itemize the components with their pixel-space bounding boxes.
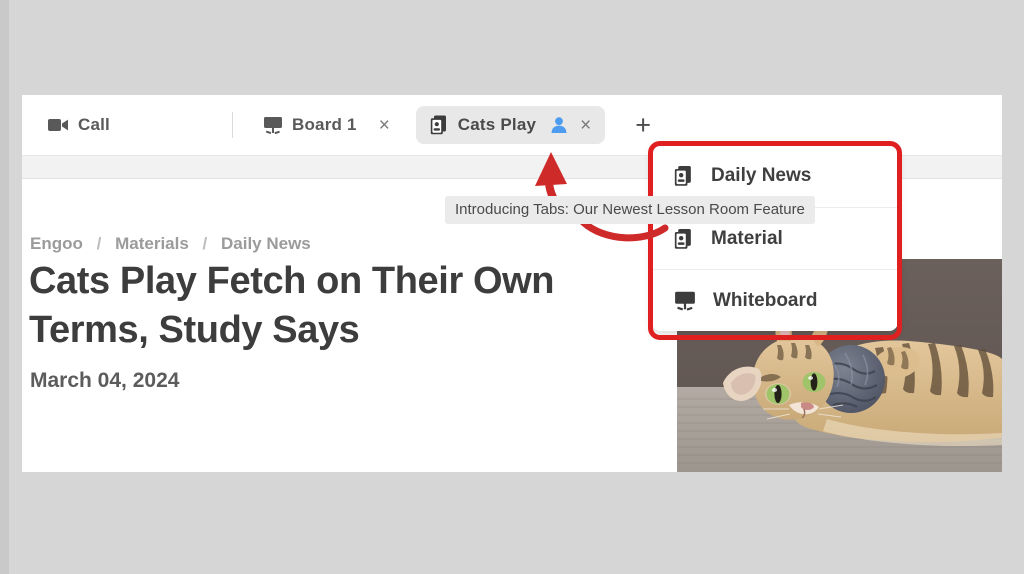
tab-type-dropdown[interactable]: Daily News Material Whiteboard xyxy=(652,145,898,331)
dropdown-item-label: Whiteboard xyxy=(713,289,818,311)
breadcrumb-category[interactable]: Daily News xyxy=(221,234,311,253)
tab-cats-play[interactable]: Cats Play × xyxy=(415,106,606,144)
feature-tooltip: Introducing Tabs: Our Newest Lesson Room… xyxy=(445,196,815,224)
tab-board-1-label: Board 1 xyxy=(291,115,357,134)
dropdown-item-label: Material xyxy=(711,227,783,249)
publish-date: March 04, 2024 xyxy=(30,369,180,392)
person-icon[interactable] xyxy=(550,116,568,134)
page-title: Cats Play Fetch on Their Own Terms, Stud… xyxy=(29,260,555,352)
add-tab-button[interactable]: + xyxy=(627,110,659,141)
material-document-icon xyxy=(430,115,449,135)
tab-separator xyxy=(231,112,233,138)
material-document-icon xyxy=(674,228,694,250)
video-camera-icon xyxy=(48,117,69,133)
breadcrumb-root[interactable]: Engoo xyxy=(30,234,83,253)
breadcrumb-separator: / xyxy=(96,234,102,253)
dropdown-item-label: Daily News xyxy=(711,165,812,186)
tab-call-label: Call xyxy=(78,115,110,134)
breadcrumb: Engoo / Materials / Daily News xyxy=(30,234,311,254)
material-document-icon xyxy=(674,165,694,187)
close-icon[interactable]: × xyxy=(379,116,390,135)
tab-board-1[interactable]: Board 1 × xyxy=(251,106,402,144)
breadcrumb-section[interactable]: Materials xyxy=(115,234,189,253)
whiteboard-icon xyxy=(263,116,283,134)
whiteboard-icon xyxy=(674,290,696,311)
dropdown-item-whiteboard[interactable]: Whiteboard xyxy=(652,269,898,331)
tab-call[interactable]: Call xyxy=(36,106,122,144)
breadcrumb-separator: / xyxy=(202,234,208,253)
window-left-edge-strip xyxy=(0,0,9,574)
close-icon[interactable]: × xyxy=(580,116,591,135)
tab-cats-play-label: Cats Play xyxy=(457,115,537,134)
